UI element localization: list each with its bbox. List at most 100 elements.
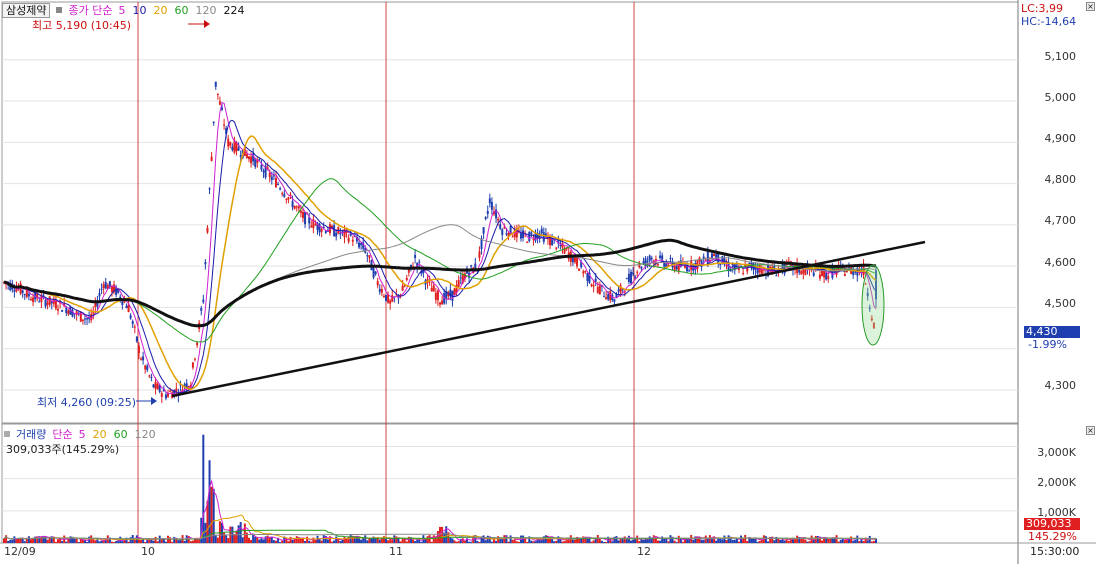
price-ma-period-120: 120 [195, 3, 217, 17]
candle-body [206, 227, 209, 233]
volume-bar [77, 542, 80, 543]
volume-bar [140, 540, 143, 543]
volume-bar [202, 434, 205, 543]
volume-bar [553, 541, 556, 543]
ma5-line [3, 102, 877, 395]
price-legend: 삼성제약 종가 단순 5 10 20 60 120 224 [2, 2, 244, 18]
candle-body [488, 198, 491, 204]
candle-body [576, 257, 579, 267]
candle-body [272, 175, 275, 177]
volume-bar [399, 541, 402, 543]
volume-bar [204, 522, 207, 543]
volume-bar [609, 538, 612, 543]
volume-bar [675, 541, 678, 543]
candle-body [459, 277, 462, 279]
candle-body [385, 294, 388, 301]
volume-bar [432, 535, 435, 543]
volume-bar [9, 539, 12, 543]
volume-bar [154, 536, 157, 543]
candle-body [478, 251, 481, 258]
candle-body [140, 358, 143, 360]
volume-bar [295, 536, 298, 543]
price-tick-label: 5,000 [1044, 91, 1077, 104]
candle-body [194, 358, 197, 360]
candle-body [800, 271, 803, 275]
volume-bar [29, 539, 32, 543]
highlight-ellipse [861, 264, 885, 346]
close-panel-icon[interactable]: × [1086, 2, 1095, 11]
candle-body [374, 271, 377, 274]
volume-bar [721, 539, 724, 543]
candle-body [522, 230, 525, 239]
volume-bar [669, 535, 672, 543]
volume-bar [54, 541, 57, 543]
volume-bar [233, 534, 236, 543]
candle-body [208, 188, 211, 190]
volume-bar [287, 541, 290, 543]
volume-bar [326, 539, 329, 543]
close-volume-panel-icon[interactable]: × [1086, 426, 1095, 435]
volume-bar [430, 541, 433, 543]
volume-bar [513, 539, 516, 543]
candle-body [490, 202, 493, 210]
volume-bar [260, 538, 263, 543]
candle-body [268, 172, 271, 178]
candle-body [827, 276, 830, 279]
current-change: -1.99% [1028, 338, 1067, 351]
candle-body [436, 290, 439, 301]
candle-body [389, 300, 392, 304]
candle-body [657, 264, 659, 266]
candle-body [598, 285, 601, 295]
volume-bar [156, 541, 159, 543]
volume-bar [239, 522, 242, 543]
volume-bar [256, 537, 259, 543]
volume-bar [414, 541, 417, 543]
high-annotation: 최고 5,190 (10:45) [32, 19, 132, 32]
candle-body [164, 394, 167, 399]
candle-body [742, 272, 745, 274]
candle-body [169, 390, 172, 392]
volume-bar [806, 541, 809, 543]
volume-bar [3, 538, 5, 543]
volume-bar [308, 540, 311, 543]
stock-name-field[interactable]: 삼성제약 [2, 2, 51, 18]
volume-bar [374, 538, 377, 543]
volume-bar [264, 536, 267, 543]
volume-bar [152, 540, 155, 543]
chart-canvas[interactable] [0, 0, 1096, 564]
volume-bar [293, 539, 296, 543]
volume-ma-period-60: 60 [113, 427, 128, 441]
candle-body [144, 365, 147, 370]
legend-square-icon [56, 7, 63, 13]
current-volume-tag: 309,033 [1024, 518, 1080, 530]
candle-body [40, 295, 43, 303]
candle-body [98, 293, 101, 297]
volume-bar [370, 538, 373, 543]
volume-ma-label: 단순 [52, 428, 73, 441]
candle-body [634, 277, 637, 279]
candle-body [250, 156, 253, 164]
candle-body [683, 265, 686, 268]
volume-bar [600, 540, 603, 543]
candle-body [202, 299, 205, 303]
low-arrowhead-icon [151, 397, 157, 405]
volume-bar [160, 539, 163, 543]
candle-body [293, 205, 296, 209]
volume-bar [314, 540, 317, 543]
volume-bar [299, 538, 302, 543]
volume-bar [127, 541, 130, 543]
candle-body [102, 284, 105, 289]
price-ma-periods: 5 10 20 60 120 224 [118, 4, 244, 17]
volume-bar [7, 540, 10, 543]
candle-body [530, 232, 533, 234]
volume-bar [630, 540, 633, 543]
volume-bar [428, 535, 431, 543]
volume-bar [133, 540, 136, 543]
candle-body [218, 101, 221, 105]
candle-body [542, 232, 545, 242]
candle-body [439, 302, 441, 305]
volume-bar [395, 536, 398, 543]
candle-body [372, 268, 375, 278]
hc-value: HC:-14,64 [1021, 15, 1077, 28]
volume-bar [648, 536, 651, 543]
